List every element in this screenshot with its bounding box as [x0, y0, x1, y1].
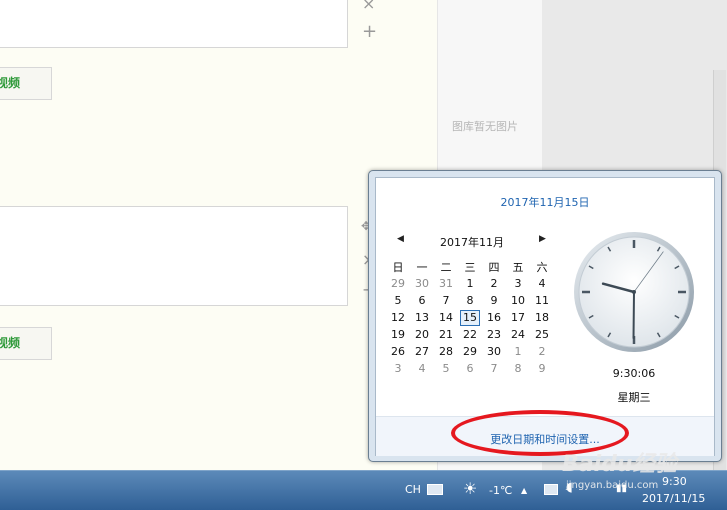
calendar-day[interactable]: 25: [530, 326, 554, 343]
video-button[interactable]: 视频: [0, 67, 52, 100]
calendar-day[interactable]: 29: [386, 275, 410, 292]
action-center-icon[interactable]: [544, 484, 558, 495]
calendar-day[interactable]: 30: [410, 275, 434, 292]
calendar-day[interactable]: 5: [434, 360, 458, 377]
calendar-day[interactable]: 23: [482, 326, 506, 343]
digital-time: 9:30:06: [572, 367, 696, 380]
calendar-day[interactable]: 19: [386, 326, 410, 343]
temperature-text[interactable]: -1℃: [489, 485, 512, 496]
calendar-day[interactable]: 11: [530, 292, 554, 309]
calendar-day-today[interactable]: 15: [458, 309, 482, 326]
gallery-empty-text: 图库暂无图片: [452, 118, 518, 134]
add-icon[interactable]: +: [362, 24, 377, 40]
calendar-day[interactable]: 21: [434, 326, 458, 343]
calendar-day[interactable]: 3: [506, 275, 530, 292]
calendar-day[interactable]: 6: [458, 360, 482, 377]
weekday-header: 三: [458, 258, 482, 275]
language-indicator[interactable]: CH: [405, 484, 421, 495]
clock-date[interactable]: 2017/11/15: [642, 493, 705, 504]
calendar-day[interactable]: 2: [482, 275, 506, 292]
long-date-link[interactable]: 2017年11月15日: [376, 194, 714, 210]
weekday-header: 六: [530, 258, 554, 275]
calendar-day[interactable]: 2: [530, 343, 554, 360]
watermark-logo: Baidu经验: [562, 446, 677, 478]
calendar-grid: 日一二三四五六293031123456789101112131415161718…: [386, 258, 554, 377]
calendar-day[interactable]: 30: [482, 343, 506, 360]
calendar-day[interactable]: 10: [506, 292, 530, 309]
calendar-day[interactable]: 17: [506, 309, 530, 326]
calendar-day[interactable]: 22: [458, 326, 482, 343]
calendar-day[interactable]: 18: [530, 309, 554, 326]
calendar-day[interactable]: 29: [458, 343, 482, 360]
keyboard-icon[interactable]: [427, 484, 443, 495]
calendar-day[interactable]: 8: [506, 360, 530, 377]
close-icon[interactable]: ×: [362, 0, 375, 12]
calendar-day[interactable]: 24: [506, 326, 530, 343]
calendar-day[interactable]: 9: [530, 360, 554, 377]
calendar-day[interactable]: 1: [506, 343, 530, 360]
calendar-day[interactable]: 8: [458, 292, 482, 309]
calendar-day[interactable]: 6: [410, 292, 434, 309]
calendar-day[interactable]: 5: [386, 292, 410, 309]
calendar-day[interactable]: 16: [482, 309, 506, 326]
weekday-header: 五: [506, 258, 530, 275]
calendar-day[interactable]: 7: [482, 360, 506, 377]
text-box-2[interactable]: [0, 206, 348, 306]
video-button[interactable]: 视频: [0, 327, 52, 360]
calendar-day[interactable]: 1: [458, 275, 482, 292]
weekday-header: 四: [482, 258, 506, 275]
weather-sun-icon[interactable]: ☀: [463, 481, 477, 497]
watermark-url: jingyan.baidu.com: [566, 480, 658, 491]
show-hidden-icons-icon[interactable]: ▲: [521, 485, 527, 496]
analog-clock: [572, 230, 696, 354]
calendar-day[interactable]: 9: [482, 292, 506, 309]
calendar-day[interactable]: 3: [386, 360, 410, 377]
calendar-day[interactable]: 26: [386, 343, 410, 360]
calendar-day[interactable]: 27: [410, 343, 434, 360]
calendar-day[interactable]: 31: [434, 275, 458, 292]
weekday-header: 一: [410, 258, 434, 275]
month-label[interactable]: 2017年11月: [392, 234, 552, 250]
calendar-day[interactable]: 28: [434, 343, 458, 360]
clock-center: [632, 290, 636, 294]
weekday-label: 星期三: [572, 389, 696, 405]
next-month-icon[interactable]: ▶: [539, 234, 546, 244]
calendar-day[interactable]: 12: [386, 309, 410, 326]
text-box-1[interactable]: [0, 0, 348, 48]
calendar-day[interactable]: 13: [410, 309, 434, 326]
calendar-day[interactable]: 20: [410, 326, 434, 343]
weekday-header: 二: [434, 258, 458, 275]
today-label: 15: [460, 310, 480, 326]
calendar-day[interactable]: 7: [434, 292, 458, 309]
calendar-day[interactable]: 4: [410, 360, 434, 377]
weekday-header: 日: [386, 258, 410, 275]
calendar-day[interactable]: 14: [434, 309, 458, 326]
calendar-day[interactable]: 4: [530, 275, 554, 292]
